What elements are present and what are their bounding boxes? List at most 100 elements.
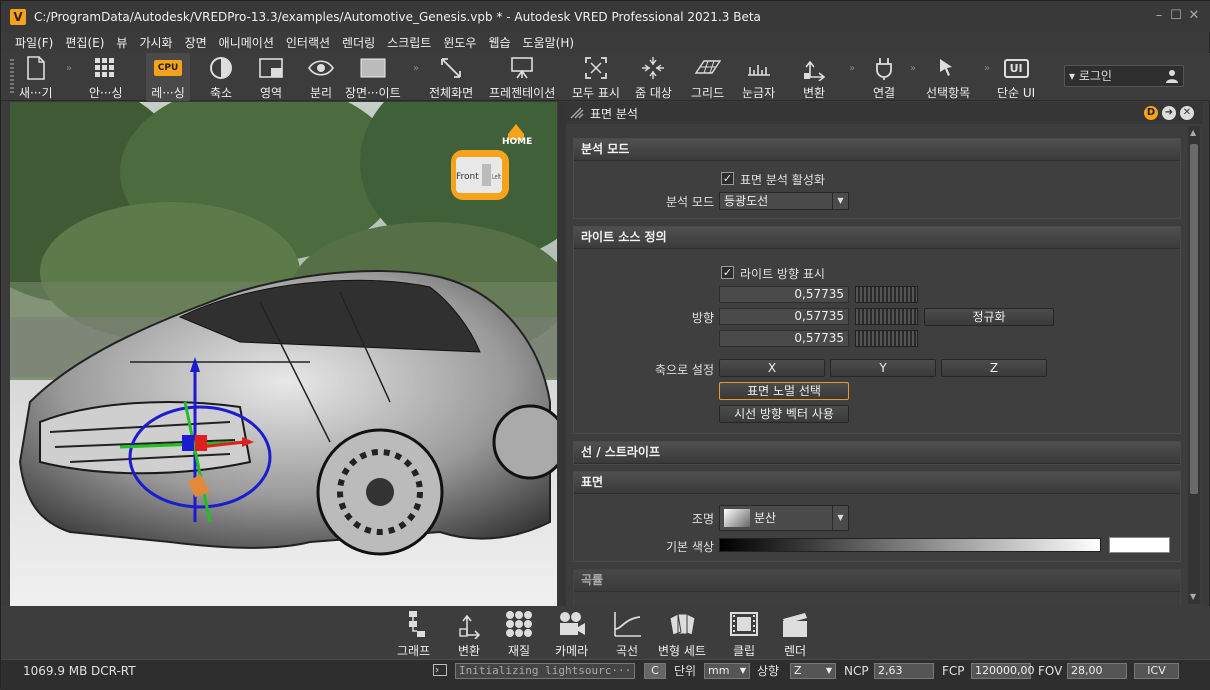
base-color-gradient[interactable] [719, 538, 1101, 552]
curvature-section: 곡률 [573, 569, 1181, 606]
menu-web[interactable]: 웹습 [482, 34, 516, 51]
menu-scene[interactable]: 장면 [179, 34, 213, 51]
panel-splitter[interactable] [558, 102, 566, 606]
up-axis-select[interactable]: Z ▼ [790, 663, 836, 679]
fov-field[interactable]: 28,00 [1067, 663, 1127, 679]
enable-analysis-checkbox[interactable]: ✓ [721, 172, 734, 185]
fullscreen-button[interactable]: 전체화면 [429, 53, 473, 101]
direction-x-slider[interactable] [855, 286, 918, 303]
menu-script[interactable]: 스크립트 [381, 34, 437, 51]
ruler-button[interactable]: 눈금자 [742, 53, 775, 101]
quality-button[interactable]: 안···싱 [89, 53, 123, 101]
lines-stripes-header[interactable]: 선 / 스트라이프 [574, 442, 1180, 464]
variant-set-button[interactable]: 변형 세트 [658, 608, 706, 659]
show-light-dir-checkbox[interactable]: ✓ [721, 266, 734, 279]
surface-header[interactable]: 표면 [574, 472, 1180, 494]
menu-edit[interactable]: 편집(E) [59, 34, 110, 51]
menu-rendering[interactable]: 렌더링 [336, 34, 381, 51]
grid-button[interactable]: 그리드 [691, 53, 724, 101]
new-label: 새···기 [19, 86, 53, 100]
panel-grip-icon[interactable] [570, 107, 584, 119]
console-icon[interactable] [433, 664, 447, 676]
render-viewport[interactable]: HOME Front Left [10, 102, 557, 606]
menu-file[interactable]: 파일(F) [9, 34, 59, 51]
curvature-header[interactable]: 곡률 [574, 570, 1180, 592]
render-label: 렌더 [783, 644, 807, 658]
axis-y-button[interactable]: Y [830, 359, 936, 377]
login-dropdown[interactable]: ▾ 로그인 [1064, 65, 1184, 87]
ruler-label: 눈금자 [742, 86, 776, 100]
units-select[interactable]: mm ▼ [704, 663, 750, 679]
panel-close-icon[interactable]: ✕ [1180, 106, 1194, 120]
menu-window[interactable]: 윈도우 [437, 34, 482, 51]
transform-button[interactable]: 변환 [800, 53, 828, 101]
menu-interaction[interactable]: 인터랙션 [280, 34, 336, 51]
presentation-button[interactable]: 프레젠테이션 [489, 53, 555, 101]
lighting-label: 조명 [691, 512, 714, 526]
scene-button[interactable]: 장면···이트 [345, 53, 401, 101]
memory-usage: 1069.9 MB [23, 664, 88, 678]
c-button[interactable]: C [644, 663, 666, 679]
title-bar: V C:/ProgramData/Autodesk/VREDPro-13.3/e… [1, 1, 1210, 32]
region-button[interactable]: 영역 [257, 53, 285, 101]
zoom-target-button[interactable]: 줌 대상 [635, 53, 672, 101]
minimize-button[interactable]: – [1152, 9, 1166, 23]
graph-tree-icon [399, 608, 429, 640]
diffuse-swatch-icon [724, 509, 750, 527]
camera-button[interactable]: 카메라 [555, 608, 588, 659]
curve-button[interactable]: 곡선 [612, 608, 642, 659]
transform-module-button[interactable]: 변환 [454, 608, 484, 659]
menu-view[interactable]: 뷰 [110, 34, 133, 51]
scrollbar-thumb[interactable] [1190, 144, 1198, 494]
menu-visualization[interactable]: 가시화 [133, 34, 178, 51]
home-label[interactable]: HOME [502, 137, 532, 147]
menu-help[interactable]: 도움말(H) [517, 34, 581, 51]
ruler-icon [745, 55, 773, 81]
clip-button[interactable]: 클립 [729, 608, 759, 659]
simple-ui-button[interactable]: UI 단순 UI [997, 53, 1035, 101]
new-button[interactable]: 새···기 [19, 53, 53, 101]
graph-button[interactable]: 그래프 [397, 608, 430, 659]
render-mode-button[interactable]: CPU 레···싱 [146, 53, 190, 101]
panel-scrollbar[interactable]: ▲ ▼ [1188, 126, 1200, 604]
eye-icon [307, 55, 335, 81]
scale-button[interactable]: 축소 [207, 53, 235, 101]
units-value: mm [708, 664, 730, 677]
user-icon [1166, 70, 1178, 83]
analysis-mode-header[interactable]: 분석 모드 [574, 139, 1180, 161]
axis-x-button[interactable]: X [719, 359, 825, 377]
lighting-select[interactable]: 분산 ▼ [719, 505, 849, 531]
arrow-icon[interactable]: ➜ [1162, 106, 1176, 120]
base-color-swatch[interactable] [1109, 537, 1170, 553]
normalize-button[interactable]: 정규화 [924, 308, 1054, 326]
direction-z-field[interactable]: 0,57735 [719, 330, 849, 347]
fcp-field[interactable]: 120000,00 [971, 663, 1035, 679]
maximize-button[interactable]: ☐ [1169, 9, 1183, 23]
axis-z-button[interactable]: Z [941, 359, 1047, 377]
icv-button[interactable]: ICV [1134, 663, 1179, 679]
select-item-button[interactable]: 선택항목 [926, 53, 970, 101]
connect-button[interactable]: 연결 [870, 53, 898, 101]
show-all-button[interactable]: 모두 표시 [572, 53, 620, 101]
toolbar-grip[interactable] [10, 59, 14, 95]
light-source-section: 라이트 소스 정의 ✓ 라이트 방향 표시 0,57735 방향 0,57735… [573, 226, 1181, 434]
login-label: ▾ 로그인 [1069, 69, 1112, 83]
transform-icon [800, 55, 828, 81]
direction-y-field[interactable]: 0,57735 [719, 308, 849, 325]
new-file-icon [22, 55, 50, 81]
direction-z-slider[interactable] [855, 330, 918, 347]
direction-y-slider[interactable] [855, 308, 918, 325]
close-button[interactable]: ✕ [1187, 9, 1201, 23]
render-button[interactable]: 렌더 [780, 608, 810, 659]
material-button[interactable]: 재질 [504, 608, 534, 659]
pick-surface-normal-button[interactable]: 표면 노멀 선택 [719, 382, 849, 400]
ncp-field[interactable]: 2,63 [874, 663, 934, 679]
console-output[interactable]: Initializing lightsourc··· [455, 663, 635, 679]
dock-icon[interactable]: D [1144, 106, 1158, 120]
analysis-mode-select[interactable]: 등광도선 ▼ [719, 192, 849, 210]
split-button[interactable]: 분리 [307, 53, 335, 101]
direction-x-field[interactable]: 0,57735 [719, 286, 849, 303]
light-source-header[interactable]: 라이트 소스 정의 [574, 227, 1180, 249]
use-view-direction-button[interactable]: 시선 방향 벡터 사용 [719, 405, 849, 423]
menu-animation[interactable]: 애니메이션 [213, 34, 280, 51]
